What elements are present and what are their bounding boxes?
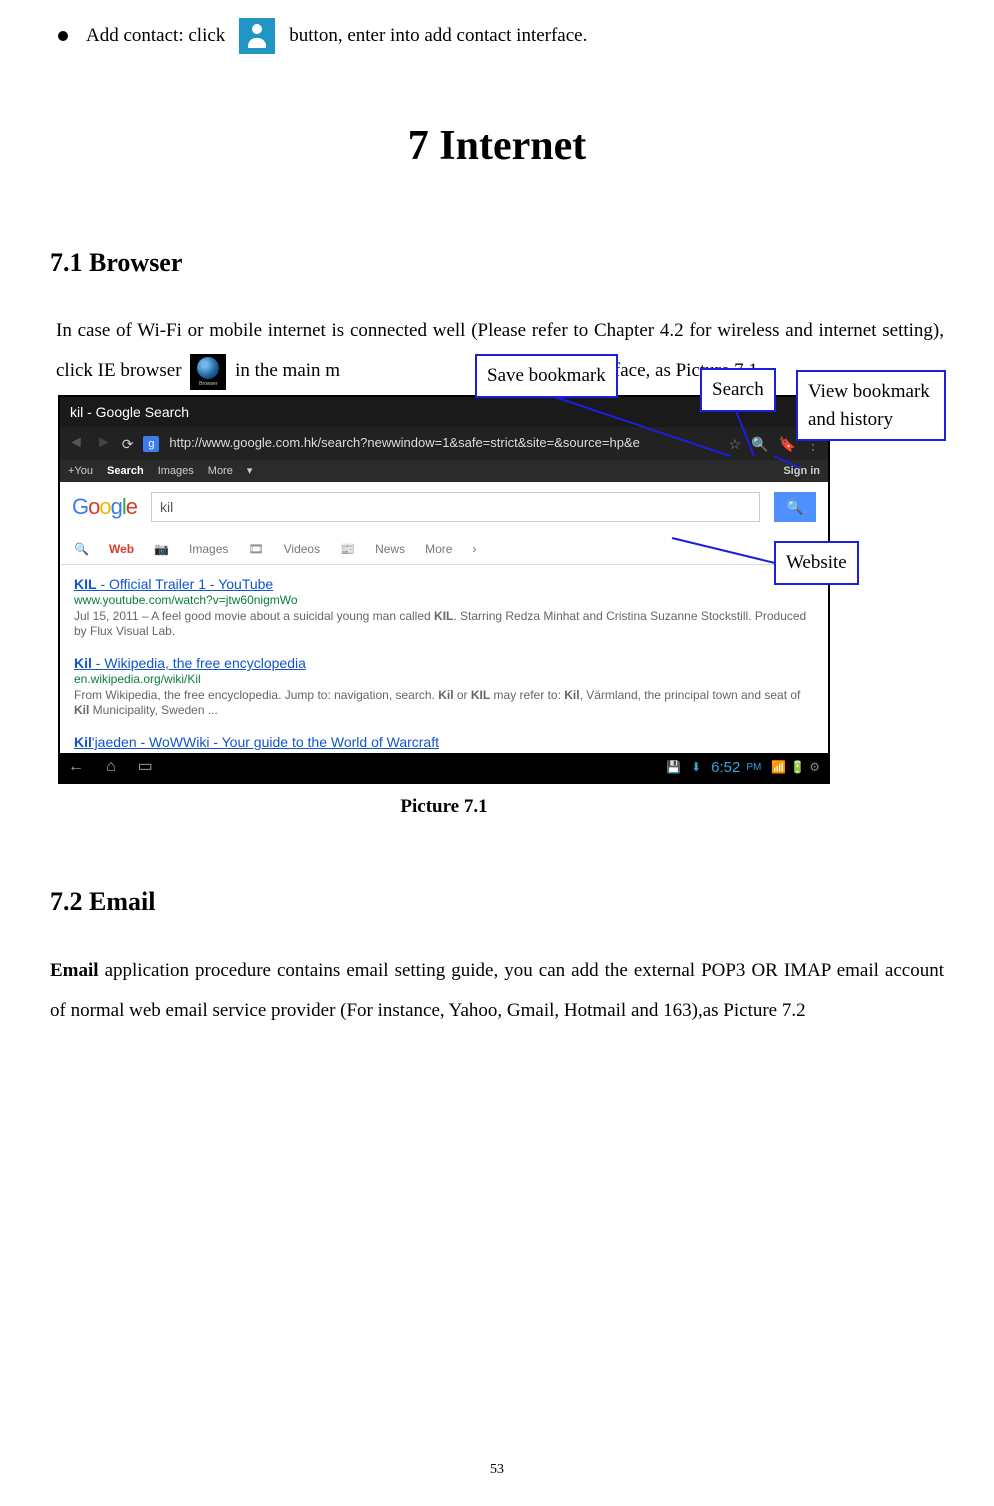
filter-news[interactable]: News	[375, 542, 405, 558]
gnav-item[interactable]: More	[208, 464, 233, 478]
section-email-heading: 7.2 Email	[50, 879, 944, 926]
google-search-row: Google 🔍	[60, 482, 828, 532]
bullet-text-post: button, enter into add contact interface…	[289, 19, 587, 53]
callout-search: Search	[700, 368, 776, 412]
result-url[interactable]: en.wikipedia.org/wiki/Kil	[74, 672, 814, 688]
magnifier-icon: 🔍	[786, 498, 803, 516]
result-desc: Jul 15, 2011 – A feel good movie about a…	[74, 609, 814, 640]
back-soft-icon[interactable]: ←	[68, 757, 84, 778]
filter-news-icon: 📰	[340, 542, 355, 558]
signin-link[interactable]: Sign in	[783, 464, 820, 478]
email-strong: Email	[50, 960, 99, 981]
wifi-icon: 📶	[771, 760, 786, 776]
search-result: Kil - Wikipedia, the free encyclopedia e…	[60, 644, 828, 723]
sd-card-icon: 💾	[666, 760, 681, 776]
add-contact-icon	[239, 18, 275, 54]
result-title[interactable]: Kil'jaeden - WoWWiki - Your guide to the…	[74, 733, 814, 751]
site-badge-icon: g	[143, 436, 159, 452]
result-title[interactable]: Kil - Wikipedia, the free encyclopedia	[74, 654, 814, 672]
chevron-right-icon[interactable]: ›	[472, 542, 476, 558]
search-button[interactable]: 🔍	[774, 492, 816, 522]
browser-para-b: in the main m	[235, 360, 340, 381]
filter-images[interactable]: Images	[189, 542, 228, 558]
section-browser-heading: 7.1 Browser	[50, 240, 944, 287]
recents-soft-icon[interactable]: ▭	[138, 757, 153, 778]
bullet-dot-icon	[58, 31, 68, 41]
filter-images-icon: 📷	[154, 542, 169, 558]
page-number: 53	[0, 1457, 994, 1482]
home-soft-icon[interactable]: ⌂	[106, 757, 116, 778]
result-desc: From Wikipedia, the free encyclopedia. J…	[74, 688, 814, 719]
back-icon[interactable]: ◄	[68, 433, 84, 454]
settings-quick-icon: ⚙	[809, 760, 820, 776]
callout-website: Website	[774, 541, 859, 585]
bullet-text-pre: Add contact: click	[86, 19, 225, 53]
chapter-title: 7 Internet	[50, 109, 944, 185]
email-body: application procedure contains email set…	[50, 960, 944, 1021]
gnav-item[interactable]: +You	[68, 464, 93, 478]
reload-icon[interactable]: ⟳	[122, 435, 134, 453]
download-icon: ⬇	[691, 760, 701, 776]
browser-app-icon	[190, 354, 226, 390]
url-text[interactable]: http://www.google.com.hk/search?newwindo…	[169, 435, 718, 452]
callout-save-bookmark: Save bookmark	[475, 354, 618, 398]
forward-icon[interactable]: ►	[96, 433, 112, 454]
bookmarks-list-icon[interactable]: 🔖	[779, 435, 796, 453]
filter-videos[interactable]: Videos	[284, 542, 320, 558]
status-clock: 6:52PM	[711, 758, 761, 778]
search-result: KIL - Official Trailer 1 - YouTube www.y…	[60, 565, 828, 644]
filter-more[interactable]: More	[425, 542, 452, 558]
google-topnav: +You Search Images More ▾ Sign in	[60, 460, 828, 482]
address-bar: ◄ ► ⟳ g http://www.google.com.hk/search?…	[60, 427, 828, 460]
figure-caption: Picture 7.1	[58, 790, 830, 824]
search-result: Kil'jaeden - WoWWiki - Your guide to the…	[60, 723, 828, 753]
search-box[interactable]	[151, 492, 760, 522]
gnav-item[interactable]: Search	[107, 464, 144, 478]
google-logo: Google	[72, 493, 137, 522]
email-paragraph: Email application procedure contains ema…	[50, 951, 944, 1031]
search-filters: 🔍 Web 📷 Images 🎞 Videos 📰 News More ›	[60, 532, 828, 565]
android-system-bar: ← ⌂ ▭ 💾 ⬇ 6:52PM 📶 🔋 ⚙	[60, 753, 828, 782]
search-icon[interactable]: 🔍	[751, 435, 768, 453]
bookmark-star-icon[interactable]: ☆	[729, 435, 742, 453]
filter-videos-icon: 🎞	[248, 542, 263, 558]
gnav-item[interactable]: Images	[158, 464, 194, 478]
bullet-add-contact: Add contact: click button, enter into ad…	[58, 18, 944, 54]
callout-view-bookmark: View bookmark and history	[796, 370, 946, 441]
filter-web-icon: 🔍	[74, 542, 89, 558]
result-title[interactable]: KIL - Official Trailer 1 - YouTube	[74, 575, 814, 593]
battery-icon: 🔋	[790, 760, 805, 776]
gnav-more-chevron-icon[interactable]: ▾	[247, 464, 253, 478]
filter-web[interactable]: Web	[109, 542, 134, 558]
result-url[interactable]: www.youtube.com/watch?v=jtw60nigmWo	[74, 593, 814, 609]
search-input[interactable]	[152, 499, 759, 515]
picture-7-1: kil - Google Search ◄ ► ⟳ g http://www.g…	[58, 395, 830, 784]
